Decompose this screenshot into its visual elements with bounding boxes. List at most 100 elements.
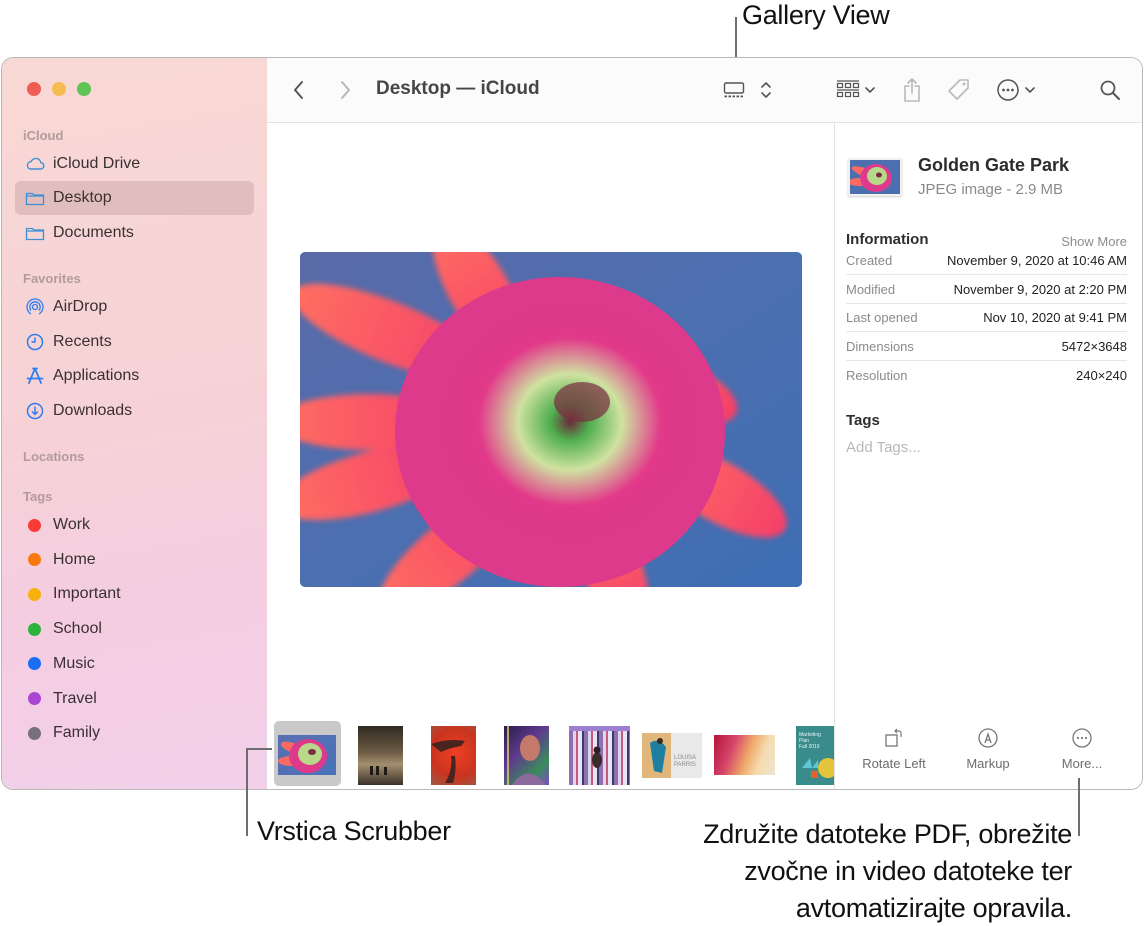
sidebar-section-icloud: iCloud xyxy=(23,128,64,143)
download-icon xyxy=(25,401,45,421)
tag-color-dot-icon xyxy=(28,518,41,532)
annotation-more-line: avtomatizirajte opravila. xyxy=(795,893,1072,923)
sidebar-tag-home[interactable]: Home xyxy=(15,543,254,577)
share-icon xyxy=(904,78,920,102)
sidebar-tag-school[interactable]: School xyxy=(15,612,254,646)
rotate-left-button[interactable]: Rotate Left xyxy=(844,711,944,771)
image-preview[interactable] xyxy=(300,252,802,587)
sidebar-item-desktop[interactable]: Desktop xyxy=(15,181,254,215)
scrubber-thumb-louisa-parris[interactable]: LOUISA PARRIS xyxy=(642,733,702,778)
scrubber-thumb-red-hand[interactable] xyxy=(431,726,476,785)
sidebar-item-label: Documents xyxy=(53,224,134,241)
sidebar-section-tags: Tags xyxy=(23,489,53,504)
info-row-resolution: Resolution 240×240 xyxy=(846,361,1127,389)
info-key: Last opened xyxy=(846,310,918,325)
annotation-line-scrubber xyxy=(246,748,248,836)
markup-button[interactable]: Markup xyxy=(938,711,1038,771)
info-key: Modified xyxy=(846,281,896,297)
sidebar-item-label: Travel xyxy=(53,689,97,707)
tag-color-dot-icon xyxy=(28,726,41,740)
search-button[interactable] xyxy=(1097,76,1123,104)
sidebar-item-documents[interactable]: Documents xyxy=(15,216,254,250)
more-icon xyxy=(1072,728,1092,748)
tag-color-dot-icon xyxy=(28,692,41,705)
info-row-created: Created November 9, 2020 at 10:46 AM xyxy=(846,247,1127,275)
sidebar-tag-work[interactable]: Work xyxy=(15,508,254,542)
action-label: More... xyxy=(1061,756,1103,771)
annotation-scrubber: Vrstica Scrubber xyxy=(257,816,451,846)
tag-button[interactable] xyxy=(945,74,973,106)
back-button[interactable] xyxy=(287,76,311,104)
tags-heading: Tags xyxy=(846,412,880,429)
annotation-more: Združite datoteke PDF, obrežite zvočne i… xyxy=(703,816,1072,926)
info-value: November 9, 2020 at 2:20 PM xyxy=(953,281,1127,297)
zoom-window-button[interactable] xyxy=(77,82,91,96)
add-tags-field[interactable]: Add Tags... xyxy=(846,439,921,456)
tag-color-dot-icon xyxy=(28,657,41,671)
more-actions-button[interactable]: More... xyxy=(1032,711,1132,771)
info-value: 5472×3648 xyxy=(1061,338,1127,354)
svg-text:PARRIS: PARRIS xyxy=(674,762,696,768)
chevron-down-icon xyxy=(865,87,875,94)
sidebar-tag-important[interactable]: Important xyxy=(15,577,254,611)
sidebar-item-recents[interactable]: Recents xyxy=(15,325,254,359)
scrubber-bar: LOUISA PARRIS Marketing Plan Fall 2019 xyxy=(267,711,834,789)
window-controls xyxy=(27,82,91,96)
sidebar-section-locations: Locations xyxy=(23,449,85,464)
scrubber-thumb-striped[interactable] xyxy=(569,726,630,785)
sidebar-item-label: Applications xyxy=(53,367,140,384)
sidebar-item-downloads[interactable]: Downloads xyxy=(15,394,254,428)
finder-window: iCloud iCloud Drive Desktop Documents Fa… xyxy=(1,57,1143,790)
group-icon xyxy=(836,80,860,98)
group-button[interactable] xyxy=(833,76,879,104)
sidebar-item-icloud-drive[interactable]: iCloud Drive xyxy=(15,147,254,181)
quick-actions: Rotate Left Markup More... xyxy=(835,711,1142,789)
scrubber-thumb-flower[interactable] xyxy=(278,735,336,775)
action-menu-button[interactable] xyxy=(993,74,1039,106)
chevron-updown-icon xyxy=(761,82,771,98)
tag-color-dot-icon xyxy=(28,553,41,567)
annotation-more-line: zvočne in video datoteke ter xyxy=(744,856,1072,886)
info-key: Created xyxy=(846,253,893,268)
tag-icon xyxy=(948,79,969,100)
sidebar-tag-travel[interactable]: Travel xyxy=(15,682,254,716)
scrubber-thumb-gradient[interactable] xyxy=(714,735,775,775)
scrubber-thumb-portrait[interactable] xyxy=(504,726,549,785)
info-value: November 9, 2020 at 10:46 AM xyxy=(947,253,1127,268)
gallery-view-icon xyxy=(723,82,745,98)
file-name: Golden Gate Park xyxy=(918,155,1070,175)
info-row-modified: Modified November 9, 2020 at 2:20 PM xyxy=(846,276,1127,304)
window-title: Desktop — iCloud xyxy=(376,78,540,99)
annotation-more-line: Združite datoteke PDF, obrežite xyxy=(703,819,1072,849)
share-button[interactable] xyxy=(899,74,925,106)
sidebar-item-label: Family xyxy=(53,724,101,742)
sidebar-item-label: Work xyxy=(53,516,91,533)
ellipsis-circle-icon xyxy=(997,79,1019,101)
sidebar-item-label: AirDrop xyxy=(53,298,108,315)
sidebar-tag-family[interactable]: Family xyxy=(15,716,254,750)
rotate-left-icon xyxy=(885,728,902,747)
info-row-last-opened: Last opened Nov 10, 2020 at 9:41 PM xyxy=(846,304,1127,332)
svg-text:LOUISA: LOUISA xyxy=(674,755,696,761)
close-window-button[interactable] xyxy=(27,82,41,96)
scrubber-thumb-forest-path[interactable] xyxy=(358,726,403,785)
info-value: Nov 10, 2020 at 9:41 PM xyxy=(983,310,1127,325)
sidebar-item-label: Music xyxy=(53,654,95,672)
sidebar-tag-music[interactable]: Music xyxy=(15,647,254,681)
action-label: Rotate Left xyxy=(862,756,926,771)
sidebar-item-applications[interactable]: Applications xyxy=(15,359,254,393)
chevron-right-icon xyxy=(341,81,350,99)
tag-color-dot-icon xyxy=(28,622,41,636)
sidebar-item-airdrop[interactable]: AirDrop xyxy=(15,290,254,324)
minimize-window-button[interactable] xyxy=(52,82,66,96)
sidebar-section-favorites: Favorites xyxy=(23,271,81,286)
annotation-line-more xyxy=(1078,778,1080,836)
view-mode-button[interactable] xyxy=(722,76,774,104)
annotation-line-scrubber-h xyxy=(246,748,272,750)
scrubber-thumb-marketing-plan[interactable]: Marketing Plan Fall 2019 xyxy=(796,726,834,785)
flower-image xyxy=(300,252,802,587)
tag-color-dot-icon xyxy=(28,587,41,601)
forward-button[interactable] xyxy=(333,76,357,104)
file-kind: JPEG image - 2.9 MB xyxy=(918,181,1064,198)
markup-icon xyxy=(978,728,998,748)
